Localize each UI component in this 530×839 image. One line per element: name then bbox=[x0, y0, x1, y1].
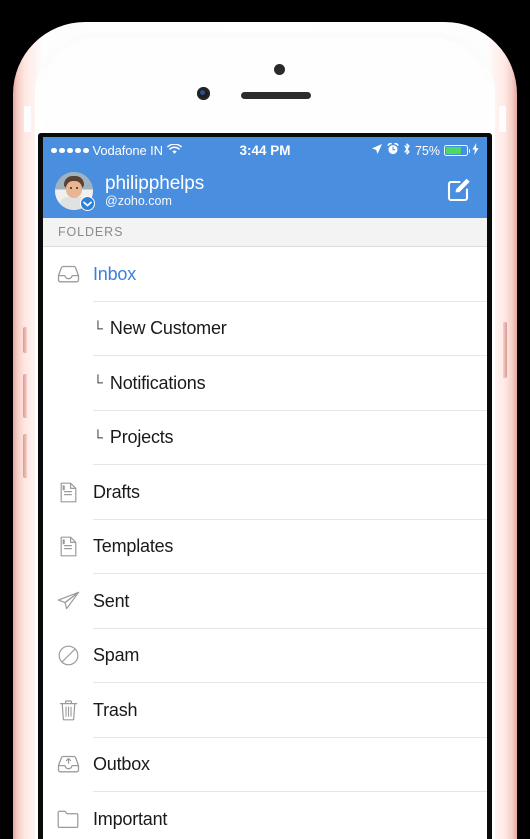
battery-icon bbox=[444, 145, 470, 156]
sub-branch-icon: └ bbox=[93, 319, 103, 336]
folder-label: Drafts bbox=[93, 481, 140, 502]
volume-down-button[interactable] bbox=[23, 434, 27, 478]
account-info: philipphelps @zoho.com bbox=[105, 174, 443, 208]
folder-row-new-customer[interactable]: └ New Customer bbox=[43, 301, 487, 356]
chevron-down-icon[interactable] bbox=[80, 196, 95, 211]
folder-row-spam[interactable]: Spam bbox=[43, 628, 487, 683]
folder-row-sent[interactable]: Sent bbox=[43, 574, 487, 629]
outbox-tray-icon bbox=[43, 755, 93, 774]
screenshot-stage: Vodafone IN 3:44 PM 75% philipphelps @zo… bbox=[0, 0, 530, 839]
proximity-sensor-icon bbox=[274, 64, 285, 75]
compose-icon bbox=[446, 175, 474, 208]
sub-branch-icon: └ bbox=[93, 374, 103, 391]
folder-row-templates[interactable]: Templates bbox=[43, 519, 487, 574]
folder-row-drafts[interactable]: Drafts bbox=[43, 465, 487, 520]
folder-label: Important bbox=[93, 808, 168, 829]
folder-row-notifications[interactable]: └ Notifications bbox=[43, 356, 487, 411]
folder-row-inbox[interactable]: Inbox bbox=[43, 247, 487, 302]
bluetooth-icon bbox=[403, 143, 411, 158]
folder-list: Inbox └ New Customer └ Notifications └ P… bbox=[43, 247, 487, 839]
folder-label: New Customer bbox=[109, 318, 227, 339]
folder-label: Inbox bbox=[93, 263, 137, 284]
power-button[interactable] bbox=[503, 322, 507, 378]
earpiece-speaker bbox=[241, 92, 311, 99]
status-bar-right: 75% bbox=[265, 142, 479, 158]
compose-button[interactable] bbox=[443, 174, 477, 208]
carrier-label: Vodafone IN bbox=[92, 143, 164, 158]
alarm-clock-icon bbox=[387, 142, 399, 158]
folder-icon bbox=[43, 810, 93, 829]
folder-label: Sent bbox=[93, 590, 130, 611]
phone-screen: Vodafone IN 3:44 PM 75% philipphelps @zo… bbox=[43, 137, 487, 839]
status-bar-left: Vodafone IN bbox=[51, 143, 265, 158]
lightning-bolt-icon bbox=[472, 143, 479, 158]
folder-row-important[interactable]: Important bbox=[43, 792, 487, 839]
trash-can-icon bbox=[43, 700, 93, 721]
battery-percent-label: 75% bbox=[414, 143, 440, 158]
folder-label: Outbox bbox=[93, 754, 150, 775]
circle-slash-icon bbox=[43, 645, 93, 666]
wifi-icon bbox=[167, 143, 182, 158]
inbox-tray-icon bbox=[43, 265, 93, 284]
folder-label: Projects bbox=[109, 427, 174, 448]
signal-strength-icon bbox=[51, 147, 89, 154]
folders-section-title: FOLDERS bbox=[58, 225, 124, 239]
app-header: philipphelps @zoho.com bbox=[43, 164, 487, 218]
mute-switch-button[interactable] bbox=[23, 327, 27, 353]
paper-plane-icon bbox=[43, 591, 93, 611]
folder-row-trash[interactable]: Trash bbox=[43, 683, 487, 738]
folder-label: Spam bbox=[93, 645, 140, 666]
document-icon bbox=[43, 536, 93, 557]
folder-row-outbox[interactable]: Outbox bbox=[43, 737, 487, 792]
account-switcher[interactable] bbox=[55, 172, 95, 211]
location-arrow-icon bbox=[371, 143, 383, 158]
folder-label: Trash bbox=[93, 699, 138, 720]
screen-bezel: Vodafone IN 3:44 PM 75% philipphelps @zo… bbox=[38, 133, 492, 839]
antenna-band-left bbox=[24, 106, 31, 132]
volume-up-button[interactable] bbox=[23, 374, 27, 418]
folder-label: Notifications bbox=[109, 372, 206, 393]
folders-section-header: FOLDERS bbox=[43, 218, 487, 247]
account-domain-label: @zoho.com bbox=[105, 193, 172, 208]
status-bar: Vodafone IN 3:44 PM 75% bbox=[43, 137, 487, 164]
sub-branch-icon: └ bbox=[93, 428, 103, 445]
document-icon bbox=[43, 482, 93, 503]
folder-label: Templates bbox=[93, 536, 174, 557]
front-camera-icon bbox=[197, 87, 210, 100]
account-name-label: philipphelps bbox=[105, 172, 205, 194]
antenna-band-right bbox=[499, 106, 506, 132]
folder-row-projects[interactable]: └ Projects bbox=[43, 410, 487, 465]
